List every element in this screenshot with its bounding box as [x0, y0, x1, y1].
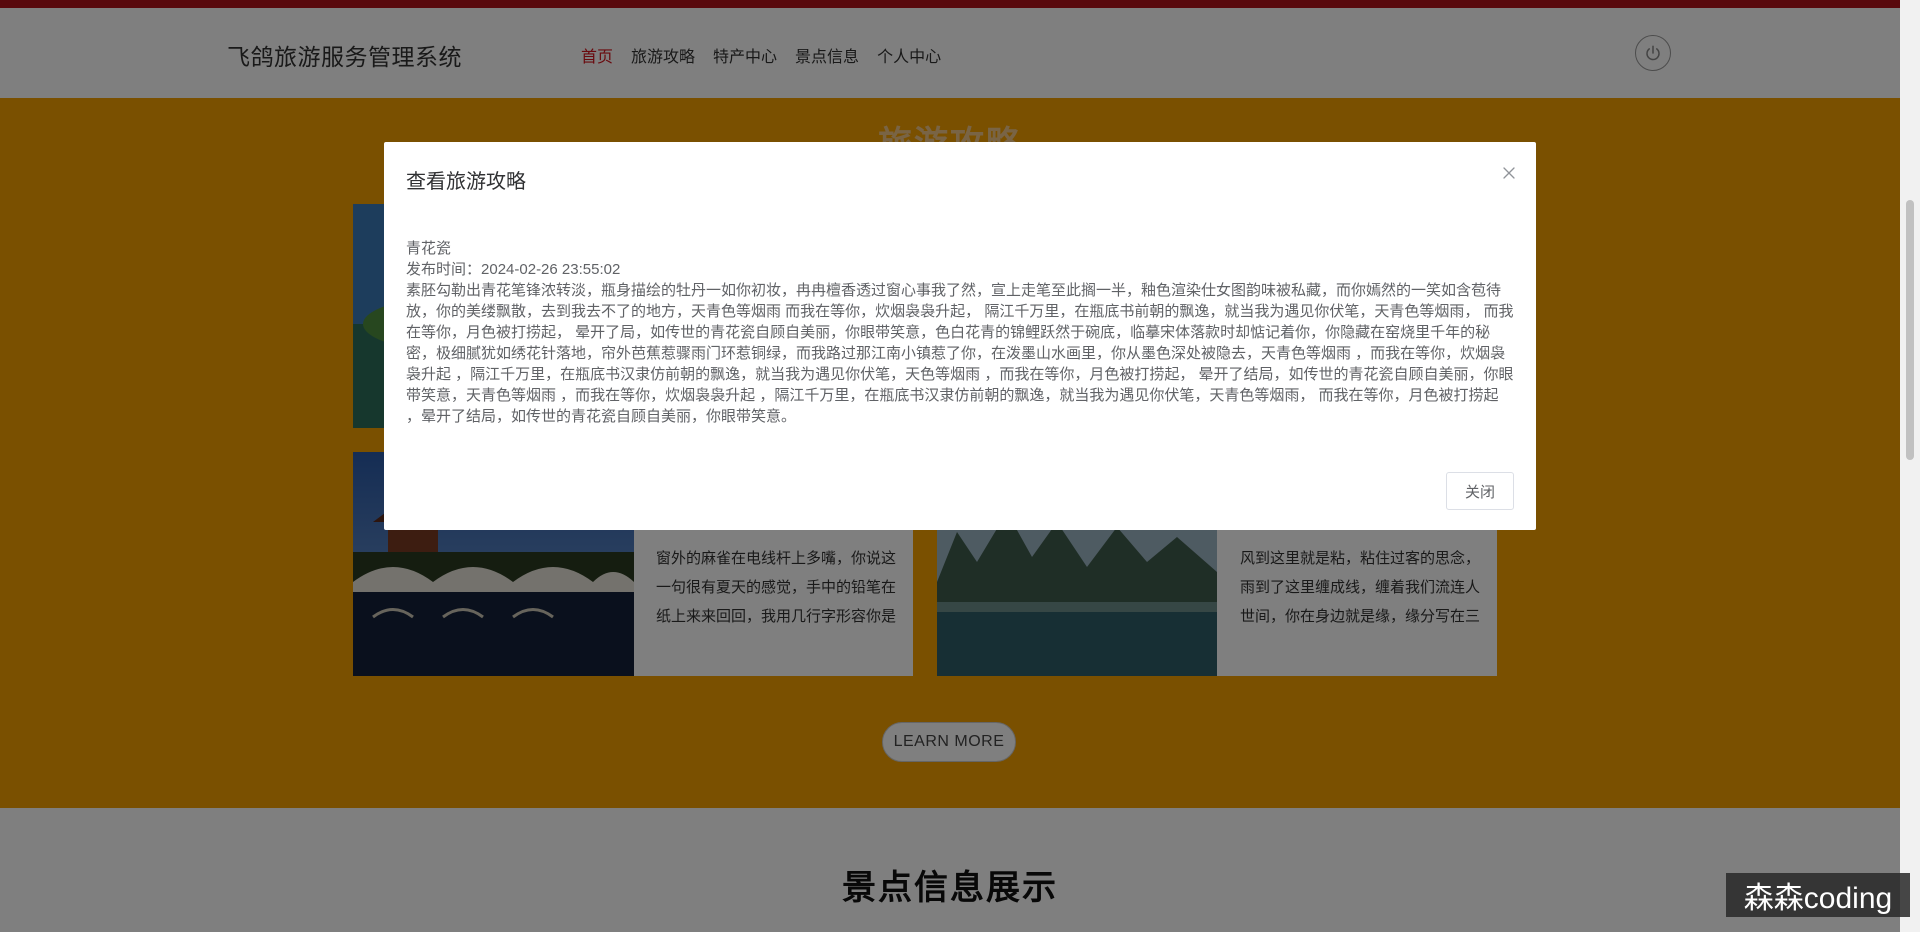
dialog-title: 查看旅游攻略	[406, 171, 526, 193]
view-guide-dialog: 查看旅游攻略 青花瓷 发布时间：2024-02-26 23:55:02 素胚勾勒…	[384, 142, 1536, 530]
watermark: 森森coding	[1726, 873, 1910, 917]
publish-time: 2024-02-26 23:55:02	[481, 261, 621, 278]
page-scrollbar[interactable]	[1900, 0, 1920, 932]
publish-info: 发布时间：2024-02-26 23:55:02	[406, 259, 1514, 280]
dialog-body: 青花瓷 发布时间：2024-02-26 23:55:02 素胚勾勒出青花笔锋浓转…	[406, 238, 1514, 427]
close-button[interactable]: 关闭	[1446, 472, 1514, 510]
scrollbar-thumb[interactable]	[1906, 200, 1914, 460]
publish-label: 发布时间：	[406, 261, 482, 278]
close-icon[interactable]	[1500, 164, 1518, 182]
article-content: 素胚勾勒出青花笔锋浓转淡，瓶身描绘的牡丹一如你初妆，冉冉檀香透过窗心事我了然，宣…	[406, 282, 1514, 425]
article-title: 青花瓷	[406, 240, 452, 257]
